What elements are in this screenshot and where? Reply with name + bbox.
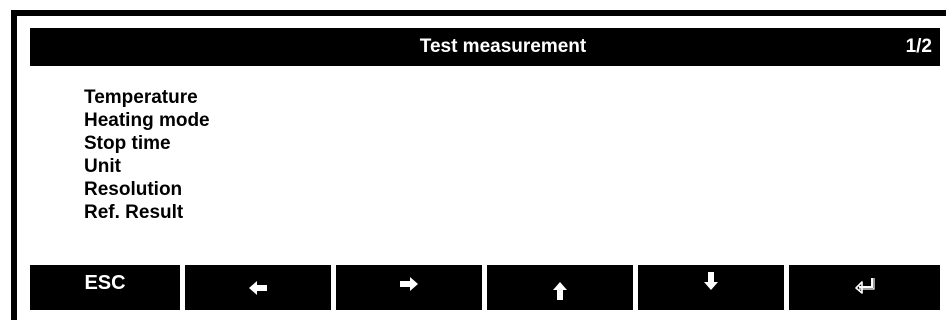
menu-item-ref-result[interactable]: Ref. Result bbox=[84, 201, 210, 224]
arrow-up-icon bbox=[551, 281, 569, 301]
menu-item-stop-time[interactable]: Stop time bbox=[84, 132, 210, 155]
up-arrow-button[interactable] bbox=[487, 265, 633, 310]
page-title: Test measurement bbox=[419, 36, 587, 57]
down-arrow-button[interactable] bbox=[638, 265, 784, 310]
title-bar: Test measurement 1/2 bbox=[30, 28, 940, 66]
menu-item-resolution[interactable]: Resolution bbox=[84, 178, 210, 201]
enter-button[interactable] bbox=[789, 265, 940, 310]
arrow-left-icon bbox=[248, 279, 268, 297]
enter-icon bbox=[854, 276, 876, 294]
menu-list: Temperature Heating mode Stop time Unit … bbox=[84, 86, 210, 224]
softkey-bar: ESC bbox=[30, 265, 940, 310]
menu-item-temperature[interactable]: Temperature bbox=[84, 86, 210, 109]
esc-button[interactable]: ESC bbox=[30, 265, 180, 310]
page-indicator: 1/2 bbox=[905, 36, 932, 57]
esc-button-label: ESC bbox=[84, 272, 126, 294]
left-arrow-button[interactable] bbox=[185, 265, 331, 310]
menu-item-heating-mode[interactable]: Heating mode bbox=[84, 109, 210, 132]
right-arrow-button[interactable] bbox=[336, 265, 482, 310]
arrow-right-icon bbox=[399, 275, 419, 293]
arrow-down-icon bbox=[702, 271, 720, 291]
menu-item-unit[interactable]: Unit bbox=[84, 155, 210, 178]
